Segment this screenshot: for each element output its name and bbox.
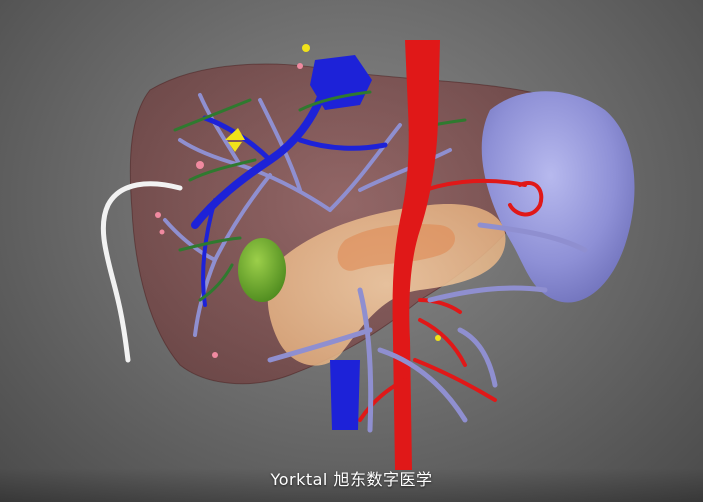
spleen: [481, 91, 635, 303]
image-caption: Yorktal 旭东数字医学: [270, 470, 433, 489]
yellow-dot: [302, 44, 310, 52]
yellow-dot: [435, 335, 441, 341]
anatomy-illustration: [100, 40, 635, 470]
inferior-vena-cava: [330, 360, 360, 430]
medical-3d-render: Yorktal 旭东数字医学: [0, 0, 703, 502]
gallbladder: [238, 238, 286, 302]
